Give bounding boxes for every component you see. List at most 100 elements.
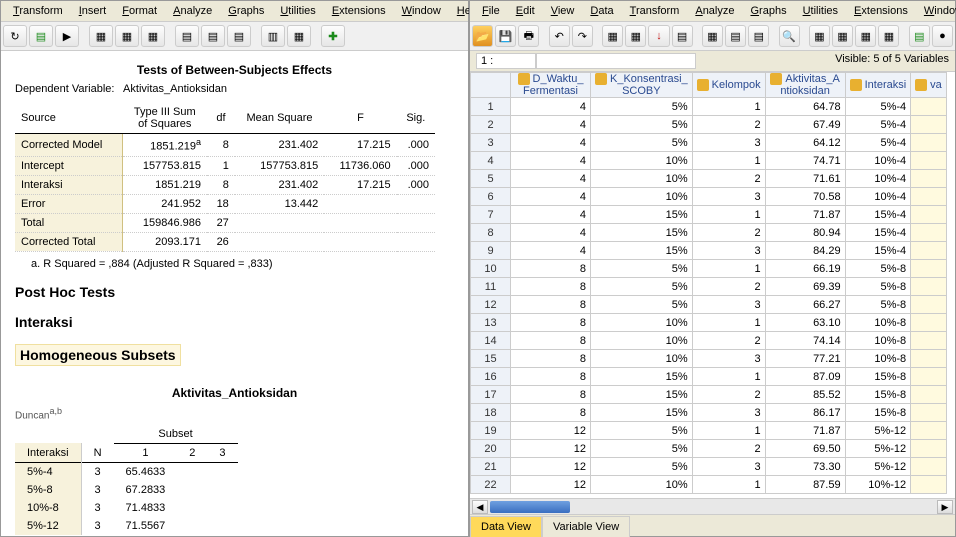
grid4-icon[interactable]: ▦ (878, 25, 899, 47)
undo-icon[interactable]: ↶ (549, 25, 570, 47)
horizontal-scrollbar[interactable]: ◀ ▶ (470, 498, 955, 514)
table-row[interactable]: 5410%271.6110%-4 (471, 170, 947, 188)
table-row[interactable]: 1185%269.395%-8 (471, 278, 947, 296)
menu-graphs[interactable]: Graphs (742, 3, 794, 19)
menu-file[interactable]: File (474, 3, 508, 19)
table-row[interactable]: 1085%166.195%-8 (471, 260, 947, 278)
table-row[interactable]: 6410%370.5810%-4 (471, 188, 947, 206)
menu-window[interactable]: Window (394, 3, 449, 19)
menu-utilities[interactable]: Utilities (272, 3, 323, 19)
menu-view[interactable]: View (543, 3, 583, 19)
table-row: 5%-12371.5567 (15, 517, 238, 535)
cell-value[interactable] (536, 53, 696, 69)
toolbar-sel2-icon[interactable]: ▦ (115, 25, 139, 47)
run-icon[interactable]: ↓ (648, 25, 669, 47)
menu-extensions[interactable]: Extensions (324, 3, 394, 19)
column-header[interactable]: D_Waktu_Fermentasi (511, 73, 591, 98)
split-icon[interactable]: ▦ (702, 25, 723, 47)
table-row[interactable]: 18815%386.1715%-8 (471, 404, 947, 422)
table-row[interactable]: 1285%366.275%-8 (471, 296, 947, 314)
right-menubar[interactable]: FileEditViewDataTransformAnalyzeGraphsUt… (470, 1, 955, 22)
toolbar-doc3-icon[interactable]: ▤ (227, 25, 251, 47)
table-row: Corrected Model1851.219a8231.40217.215.0… (15, 134, 435, 157)
cell-reference[interactable]: 1 : (476, 53, 536, 69)
output-viewer-pane: TransformInsertFormatAnalyzeGraphsUtilit… (0, 0, 469, 537)
menu-insert[interactable]: Insert (71, 3, 115, 19)
select-icon[interactable]: ▤ (748, 25, 769, 47)
menu-analyze[interactable]: Analyze (687, 3, 742, 19)
table-row[interactable]: 17815%285.5215%-8 (471, 386, 947, 404)
left-menubar[interactable]: TransformInsertFormatAnalyzeGraphsUtilit… (1, 1, 468, 22)
redo-icon[interactable]: ↷ (572, 25, 593, 47)
column-header[interactable]: K_Konsentrasi_SCOBY (591, 73, 693, 98)
vars-icon[interactable]: ▦ (625, 25, 646, 47)
grid1-icon[interactable]: ▦ (809, 25, 830, 47)
table-row[interactable]: 4410%174.7110%-4 (471, 152, 947, 170)
globe-icon[interactable]: ● (932, 25, 953, 47)
column-header[interactable]: va (911, 73, 947, 98)
value-labels-icon[interactable]: 🔍 (779, 25, 800, 47)
homogeneous-subsets-heading: Homogeneous Subsets (15, 344, 454, 366)
scroll-right-icon[interactable]: ▶ (937, 500, 953, 514)
scroll-left-icon[interactable]: ◀ (472, 500, 488, 514)
menu-analyze[interactable]: Analyze (165, 3, 220, 19)
tab-data-view[interactable]: Data View (470, 516, 542, 537)
column-header[interactable] (471, 73, 511, 98)
toolbar-add-icon[interactable]: ✚ (321, 25, 345, 47)
toolbar-doc2-icon[interactable]: ▤ (201, 25, 225, 47)
menu-graphs[interactable]: Graphs (220, 3, 272, 19)
column-header[interactable]: Interaksi (845, 73, 911, 98)
table-row[interactable]: 21125%373.305%-12 (471, 458, 947, 476)
toolbar-tree-icon[interactable]: ▥ (261, 25, 285, 47)
find-icon[interactable]: ▤ (672, 25, 693, 47)
menu-utilities[interactable]: Utilities (795, 3, 846, 19)
table-row[interactable]: 145%164.785%-4 (471, 98, 947, 116)
data-grid-wrap[interactable]: D_Waktu_FermentasiK_Konsentrasi_SCOBYKel… (470, 72, 955, 498)
output-content[interactable]: Tests of Between-Subjects Effects Depend… (1, 51, 468, 536)
menu-format[interactable]: Format (114, 3, 165, 19)
toolbar-sel1-icon[interactable]: ▦ (89, 25, 113, 47)
toolbar-run-icon[interactable]: ▶ (55, 25, 79, 47)
save-icon[interactable]: 💾 (495, 25, 516, 47)
open-icon[interactable]: 📂 (472, 25, 493, 47)
table-row[interactable]: 19125%171.875%-12 (471, 422, 947, 440)
ruler-icon[interactable]: ▤ (909, 25, 930, 47)
table-row[interactable]: 221210%187.5910%-12 (471, 476, 947, 494)
toolbar-chart-icon[interactable]: ▤ (29, 25, 53, 47)
table-row[interactable]: 15810%377.2110%-8 (471, 350, 947, 368)
weight-icon[interactable]: ▤ (725, 25, 746, 47)
menu-transform[interactable]: Transform (622, 3, 688, 19)
table-row[interactable]: 14810%274.1410%-8 (471, 332, 947, 350)
data-grid[interactable]: D_Waktu_FermentasiK_Konsentrasi_SCOBYKel… (470, 72, 947, 494)
column-header[interactable]: Aktivitas_Antioksidan (765, 73, 845, 98)
table-row[interactable]: 9415%384.2915%-4 (471, 242, 947, 260)
goto-icon[interactable]: ▦ (602, 25, 623, 47)
table-row[interactable]: 20125%269.505%-12 (471, 440, 947, 458)
table-row[interactable]: 8415%280.9415%-4 (471, 224, 947, 242)
menu-edit[interactable]: Edit (508, 3, 543, 19)
grid3-icon[interactable]: ▦ (855, 25, 876, 47)
menu-extensions[interactable]: Extensions (846, 3, 916, 19)
table-row[interactable]: 7415%171.8715%-4 (471, 206, 947, 224)
column-header[interactable]: Kelompok (692, 73, 765, 98)
menu-window[interactable]: Window (916, 3, 956, 19)
menu-transform[interactable]: Transform (5, 3, 71, 19)
posthoc-heading: Post Hoc Tests (15, 284, 454, 300)
toolbar-sel3-icon[interactable]: ▦ (141, 25, 165, 47)
scroll-thumb[interactable] (490, 501, 570, 513)
toolbar-rotate-icon[interactable]: ↻ (3, 25, 27, 47)
anova-footnote: a. R Squared = ,884 (Adjusted R Squared … (31, 258, 454, 270)
print-icon[interactable]: 🖶 (518, 25, 539, 47)
table-row[interactable]: 245%267.495%-4 (471, 116, 947, 134)
tab-variable-view[interactable]: Variable View (542, 516, 630, 537)
table-row: Corrected Total2093.17126 (15, 232, 435, 251)
menu-data[interactable]: Data (582, 3, 621, 19)
anova-table: SourceType III Sumof SquaresdfMean Squar… (15, 103, 435, 252)
table-row[interactable]: 16815%187.0915%-8 (471, 368, 947, 386)
table-row[interactable]: 13810%163.1010%-8 (471, 314, 947, 332)
info-bar: 1 : Visible: 5 of 5 Variables (470, 51, 955, 72)
grid2-icon[interactable]: ▦ (832, 25, 853, 47)
table-row[interactable]: 345%364.125%-4 (471, 134, 947, 152)
toolbar-cross-icon[interactable]: ▦ (287, 25, 311, 47)
toolbar-doc1-icon[interactable]: ▤ (175, 25, 199, 47)
